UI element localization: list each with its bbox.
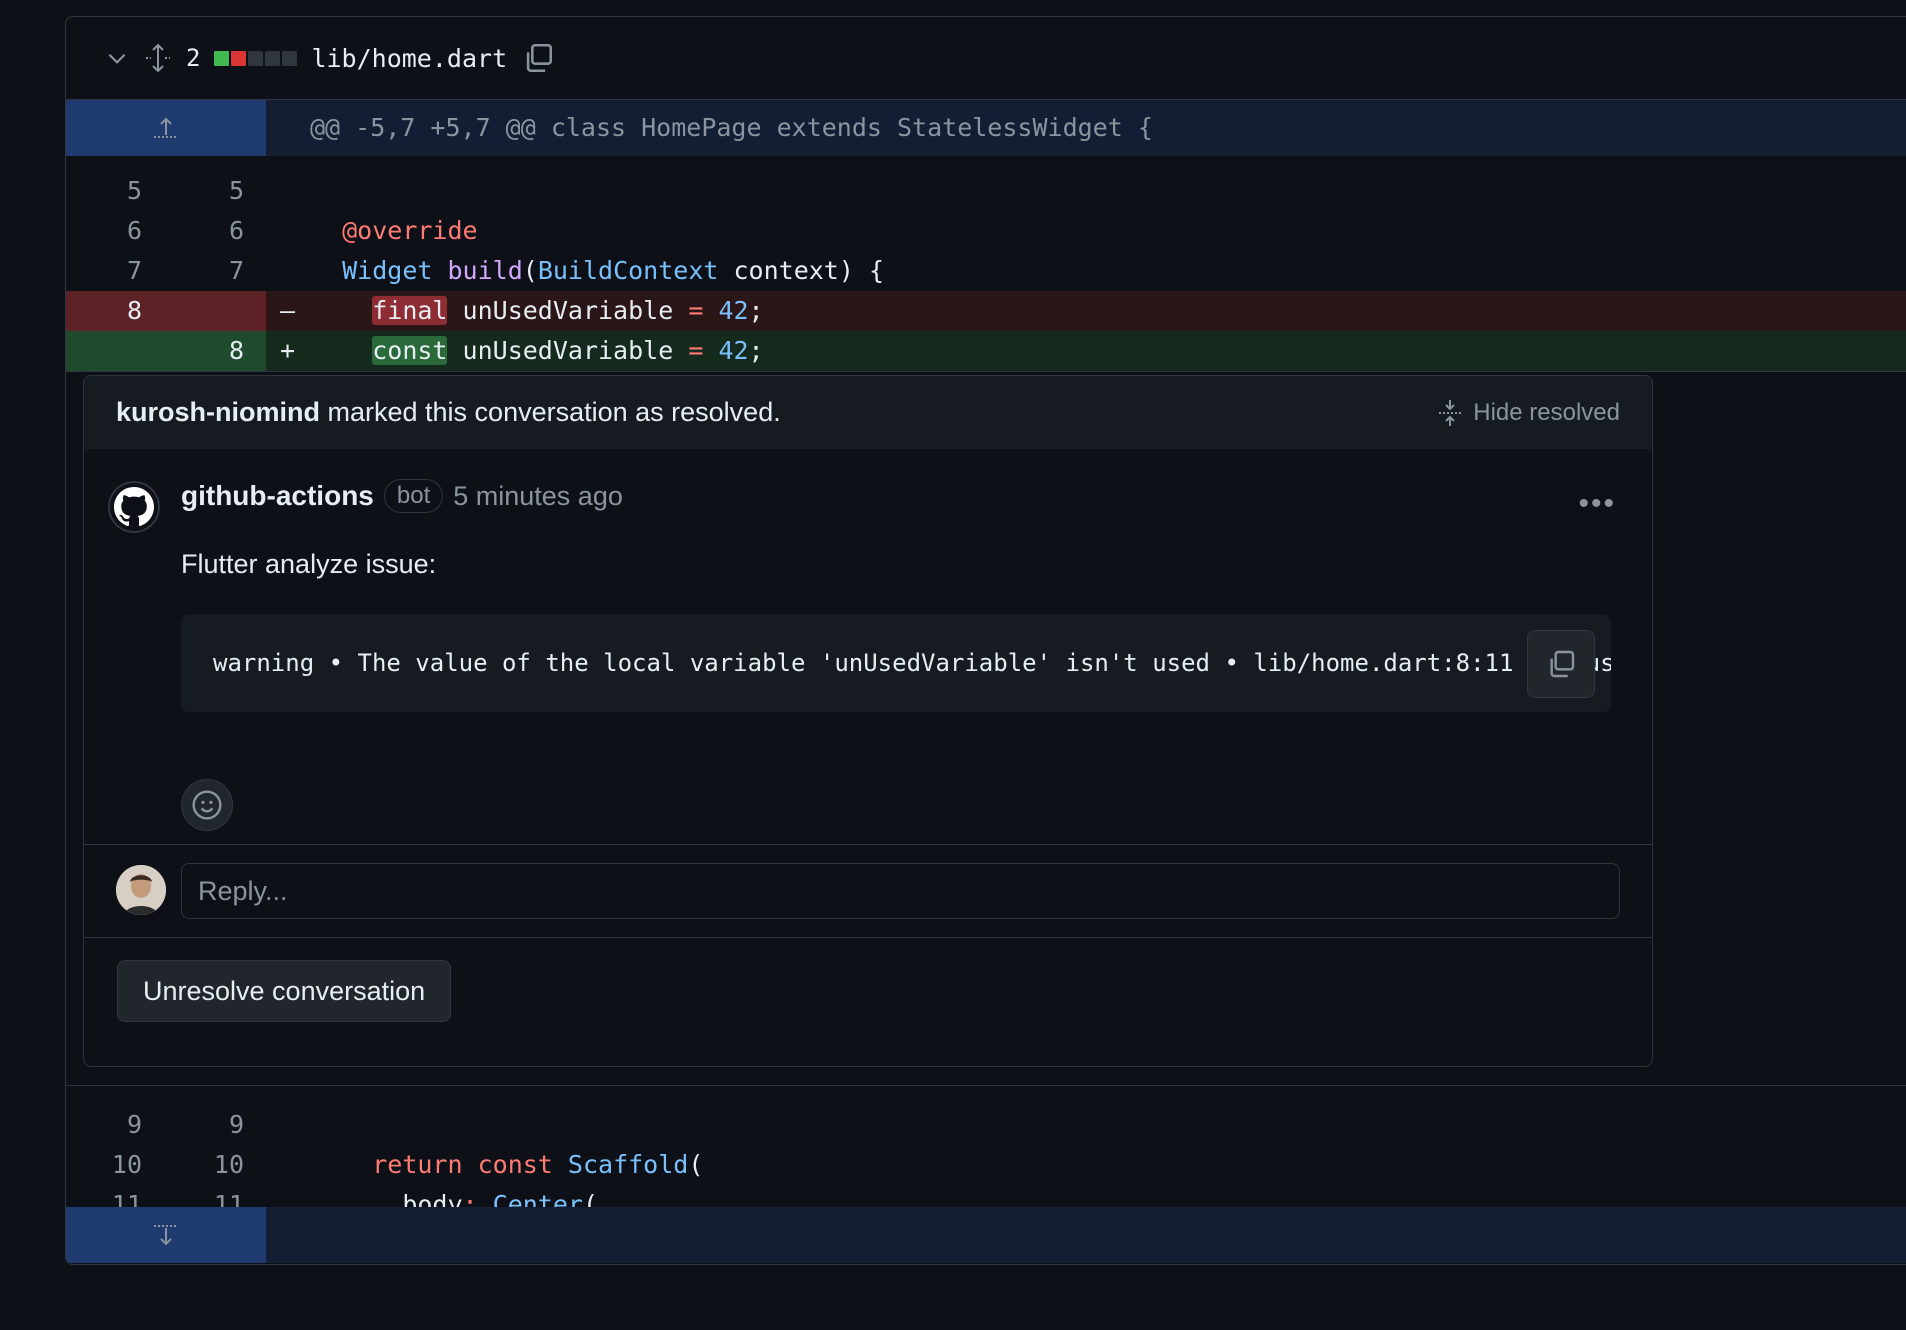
user-photo-icon (116, 865, 166, 915)
code: return const Scaffold( (372, 1150, 704, 1179)
code-block: warning • The value of the local variabl… (181, 614, 1611, 712)
diffstat-block (265, 50, 281, 66)
new-line-number[interactable]: 9 (166, 1105, 266, 1145)
old-line-number[interactable]: 6 (66, 211, 166, 251)
diff-line: 7 7 Widget build(BuildContext context) { (66, 251, 1906, 291)
comment-header: github-actions bot 5 minutes ago (181, 479, 623, 513)
old-line-number[interactable]: 9 (66, 1105, 166, 1145)
deletion-sign: – (280, 296, 296, 325)
code-block-text: warning • The value of the local variabl… (213, 649, 1611, 677)
code: Widget build(BuildContext context) { (342, 256, 885, 285)
expand-all-icon[interactable] (144, 43, 172, 73)
diffstat-block (214, 50, 230, 66)
new-line-number[interactable]: 8 (166, 331, 266, 371)
reply-input[interactable] (181, 863, 1620, 919)
review-thread: kurosh-niomind marked this conversation … (83, 375, 1653, 1067)
copy-code-button[interactable] (1527, 630, 1595, 698)
diff-file: 2 lib/home.dart @@ -5,7 +5,7 @@ class Ho… (65, 16, 1906, 1265)
hunk-header-text: @@ -5,7 +5,7 @@ class HomePage extends S… (266, 100, 1906, 156)
comment-timestamp[interactable]: 5 minutes ago (453, 481, 623, 512)
old-line-number[interactable]: 7 (66, 251, 166, 291)
hunk-header: @@ -5,7 +5,7 @@ class HomePage extends S… (66, 100, 1906, 156)
copy-icon[interactable] (521, 41, 555, 75)
resolver-name[interactable]: kurosh-niomind (116, 397, 320, 427)
smiley-icon (192, 790, 222, 820)
add-reaction-button[interactable] (181, 779, 233, 831)
user-avatar[interactable] (116, 865, 166, 915)
old-line-number[interactable]: 5 (66, 171, 166, 211)
file-header: 2 lib/home.dart (66, 17, 1906, 100)
addition-sign: + (280, 336, 296, 365)
comment-body: Flutter analyze issue: (181, 549, 437, 579)
github-logo-icon (114, 487, 154, 527)
code: const unUsedVariable = 42; (372, 336, 764, 365)
chevron-down-icon[interactable] (104, 45, 130, 71)
added-line: 8 + const unUsedVariable = 42; (66, 331, 1906, 371)
more-options-button[interactable]: ••• (1578, 487, 1616, 521)
diffstat (214, 50, 298, 66)
bot-badge: bot (383, 479, 444, 513)
deleted-line: 8 – final unUsedVariable = 42; (66, 291, 1906, 331)
hide-resolved-label: Hide resolved (1473, 398, 1620, 426)
hunk-footer (66, 1207, 1906, 1263)
comment: github-actions bot 5 minutes ago ••• Flu… (84, 449, 1652, 845)
expand-up-icon (154, 117, 178, 138)
reply-row (84, 845, 1652, 938)
diffstat-block (231, 50, 247, 66)
avatar[interactable] (108, 481, 160, 533)
collapse-icon (1439, 399, 1462, 426)
resolved-message: kurosh-niomind marked this conversation … (116, 397, 781, 427)
new-line-number[interactable]: 6 (166, 211, 266, 251)
diff-line: 10 10 return const Scaffold( (66, 1145, 1906, 1185)
new-line-number[interactable]: 7 (166, 251, 266, 291)
diff-line: 9 9 (66, 1105, 1906, 1145)
copy-icon (1550, 650, 1575, 678)
expand-up-button[interactable] (66, 100, 266, 156)
diffstat-block (282, 50, 298, 66)
new-line-number[interactable]: 10 (166, 1145, 266, 1185)
comment-author[interactable]: github-actions (181, 480, 374, 512)
file-name[interactable]: lib/home.dart (311, 44, 507, 73)
diff-line: 5 5 (66, 171, 1906, 211)
expand-down-icon (154, 1225, 178, 1246)
old-line-number[interactable]: 8 (66, 291, 166, 331)
diffstat-block (248, 50, 264, 66)
old-line-number[interactable]: 10 (66, 1145, 166, 1185)
expand-down-button[interactable] (66, 1207, 266, 1263)
changes-count: 2 (186, 44, 201, 72)
code: final unUsedVariable = 42; (372, 296, 764, 325)
code: @override (342, 216, 478, 245)
resolved-bar: kurosh-niomind marked this conversation … (84, 376, 1652, 449)
new-line-number[interactable]: 5 (166, 171, 266, 211)
unresolve-conversation-button[interactable]: Unresolve conversation (117, 960, 452, 1022)
hide-resolved-button[interactable]: Hide resolved (1437, 398, 1620, 428)
diff-line: 6 6 @override (66, 211, 1906, 251)
